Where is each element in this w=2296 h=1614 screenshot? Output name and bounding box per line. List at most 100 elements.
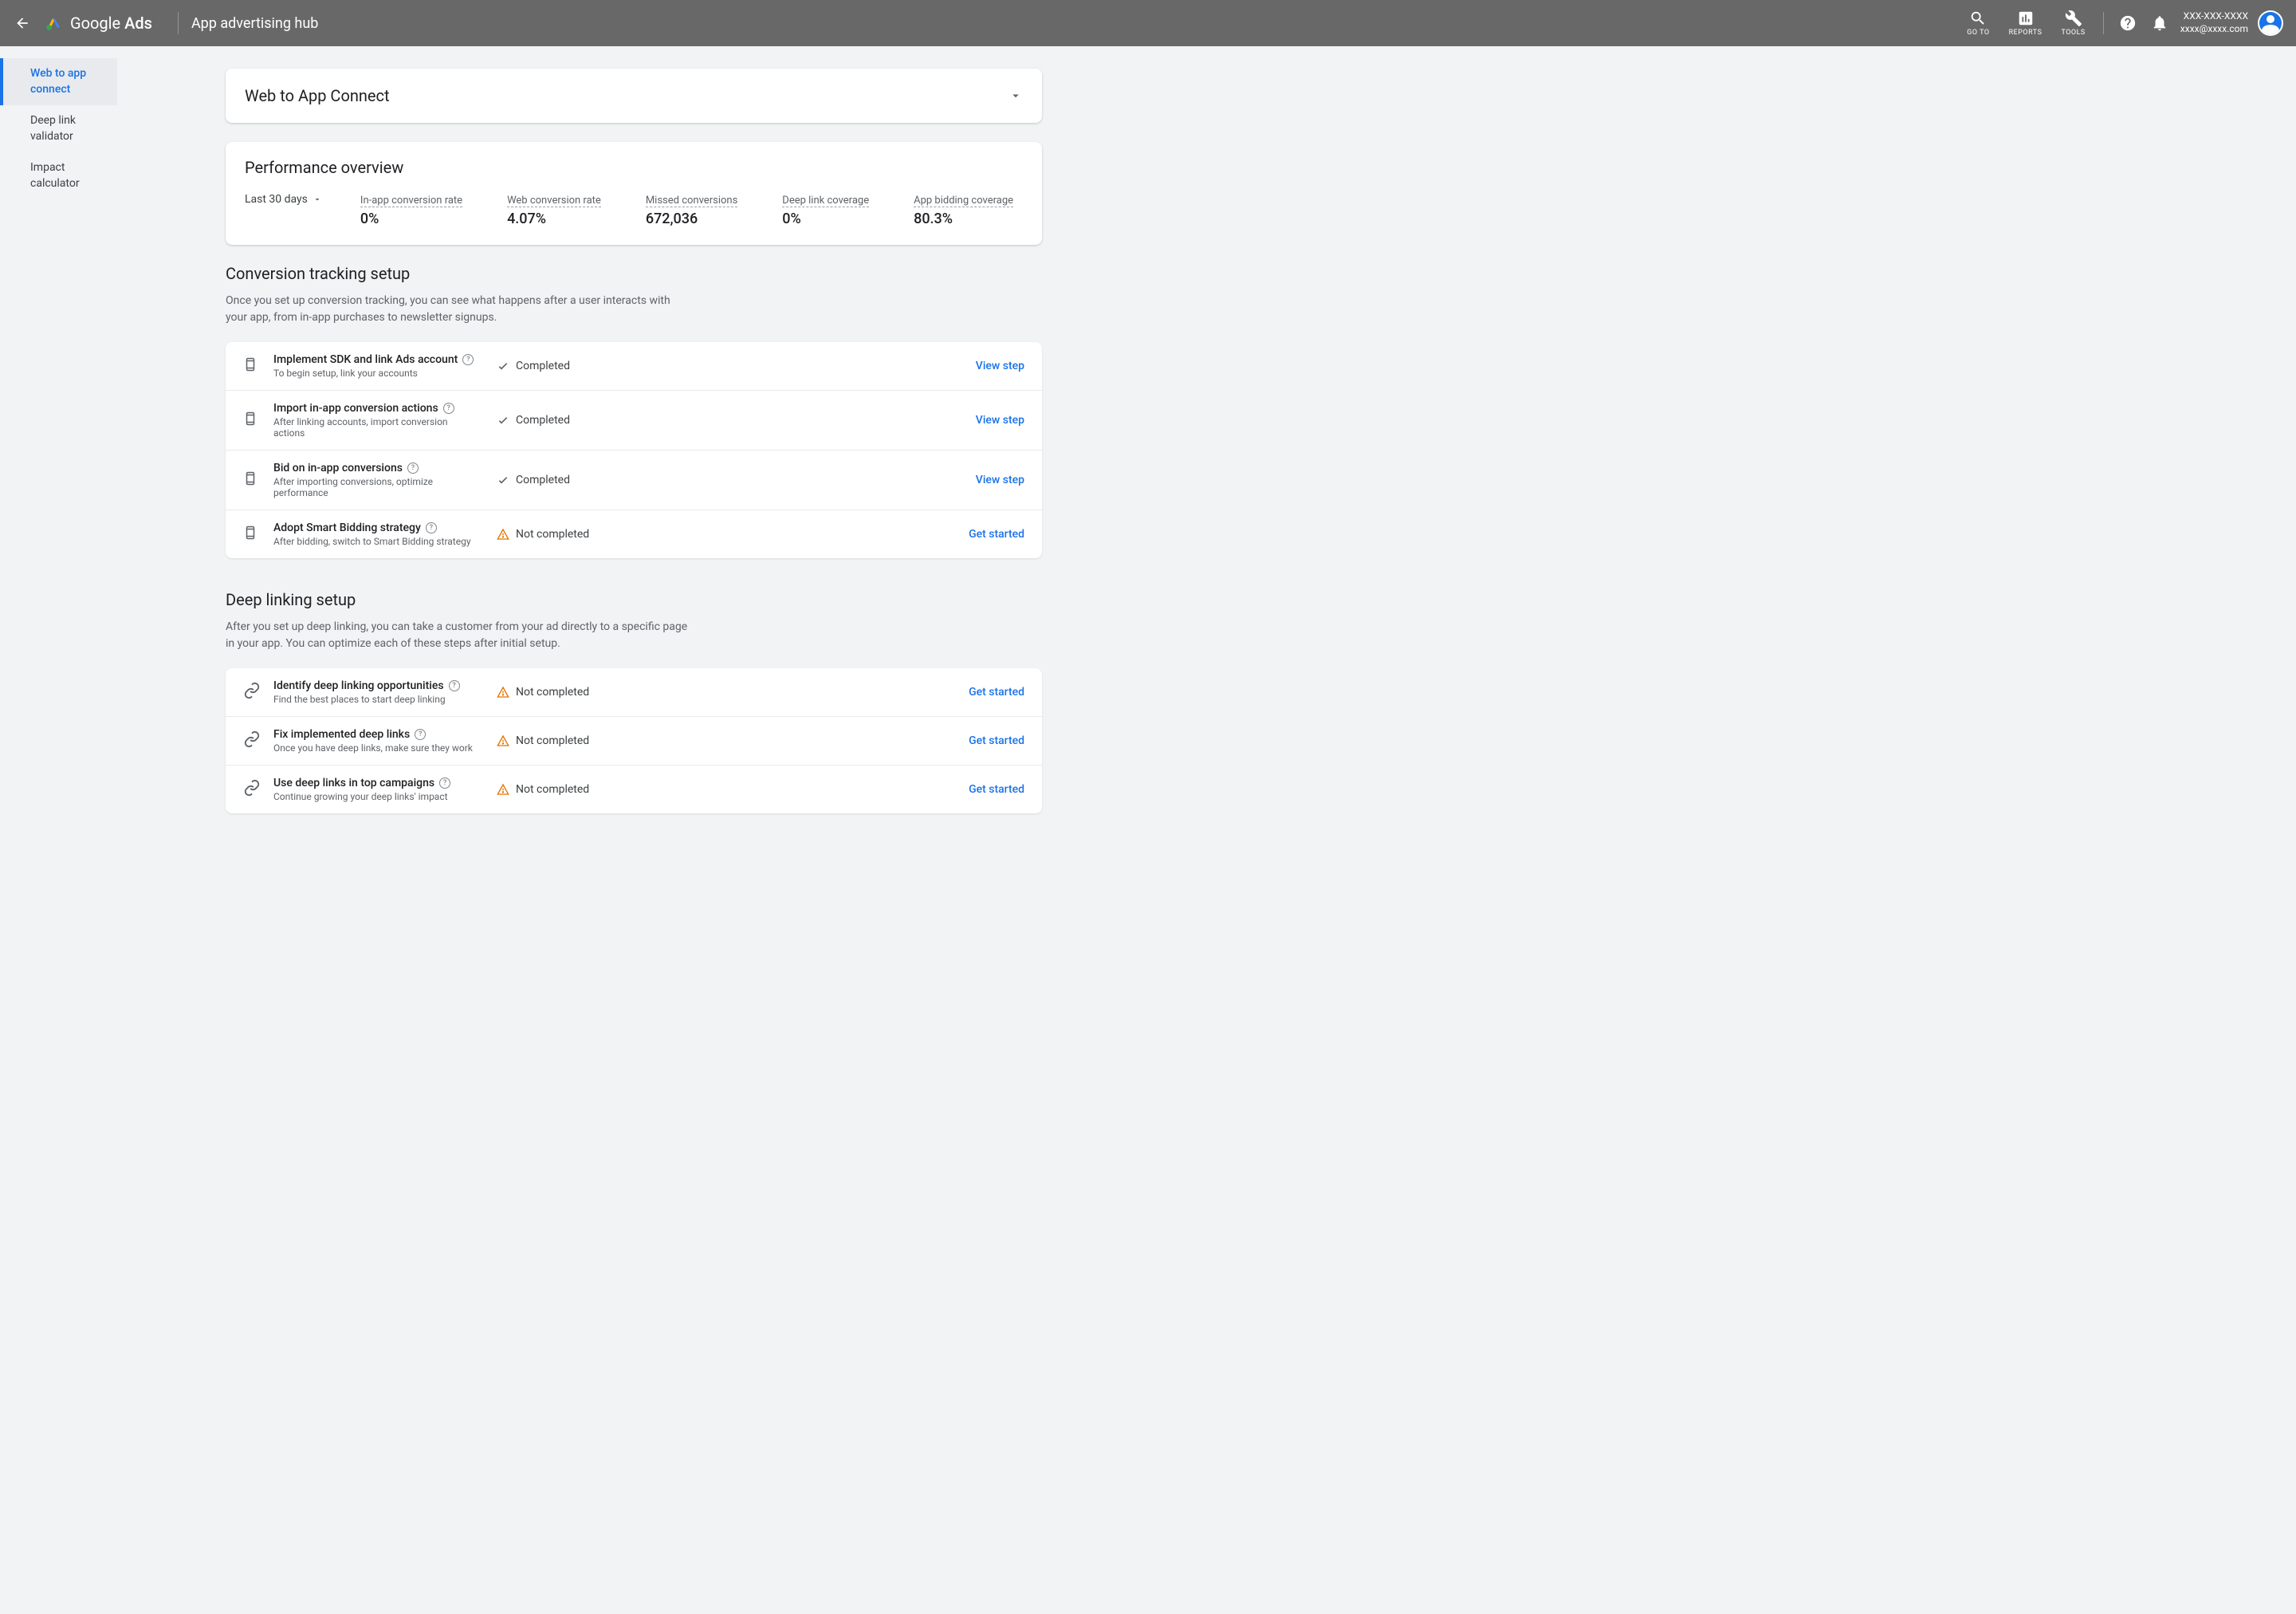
header-divider-2 — [2103, 12, 2104, 34]
link-icon — [243, 779, 262, 800]
google-ads-logo-icon — [45, 14, 64, 33]
account-section[interactable]: XXX-XXX-XXXX xxxx@xxxx.com — [2180, 10, 2283, 36]
goto-tool[interactable]: GO TO — [1967, 10, 1989, 37]
dropdown-icon — [313, 195, 322, 204]
help-icon[interactable]: ? — [426, 522, 437, 533]
metric-value: 0% — [360, 211, 462, 227]
step-text: Import in-app conversion actions? After … — [273, 402, 481, 439]
metric: App bidding coverage80.3% — [914, 191, 1013, 227]
step-title: Use deep links in top campaigns? — [273, 777, 481, 789]
metric: In-app conversion rate 0% — [360, 191, 462, 227]
step-action-link[interactable]: Get started — [969, 686, 1024, 699]
web-to-app-connect-card[interactable]: Web to App Connect — [226, 69, 1042, 123]
step-title: Import in-app conversion actions? — [273, 402, 481, 415]
back-button[interactable] — [13, 14, 32, 33]
step-action-link[interactable]: Get started — [969, 783, 1024, 796]
help-icon[interactable]: ? — [449, 680, 460, 691]
link-icon — [243, 682, 262, 703]
metric: Deep link coverage 0% — [782, 191, 869, 227]
metric: Web conversion rate 4.07% — [507, 191, 601, 227]
avatar-icon — [2259, 12, 2282, 34]
metric-value: 4.07% — [507, 211, 601, 227]
step-row: Implement SDK and link Ads account? To b… — [226, 342, 1042, 390]
step-action-link[interactable]: Get started — [969, 528, 1024, 541]
help-icon[interactable]: ? — [407, 463, 419, 474]
help-icon — [2119, 14, 2137, 32]
deeplink-section-desc: After you set up deep linking, you can t… — [226, 619, 688, 652]
main-content: Web to App Connect Performance overview … — [117, 46, 1074, 877]
wrench-icon — [2065, 10, 2082, 27]
step-row: Fix implemented deep links? Once you hav… — [226, 716, 1042, 765]
step-title: Implement SDK and link Ads account? — [273, 353, 481, 366]
metric-label: Web conversion rate — [507, 195, 601, 207]
step-subtitle: After linking accounts, import conversio… — [273, 416, 481, 439]
account-id: XXX-XXX-XXXX — [2180, 10, 2248, 23]
step-action-link[interactable]: View step — [976, 360, 1024, 372]
device-icon — [243, 410, 262, 431]
step-status: Completed — [481, 414, 976, 427]
logo-text: Google Ads — [70, 14, 152, 33]
period-selector[interactable]: Last 30 days — [245, 191, 322, 206]
tools-tool[interactable]: TOOLS — [2061, 10, 2085, 37]
deeplink-section-title: Deep linking setup — [226, 590, 1042, 609]
reports-icon — [2017, 10, 2035, 27]
sidebar: Web to app connect Deep link validator I… — [0, 46, 117, 877]
step-text: Implement SDK and link Ads account? To b… — [273, 353, 481, 379]
help-icon[interactable]: ? — [443, 403, 454, 414]
metric-value: 672,036 — [646, 211, 737, 227]
expand-card-title: Web to App Connect — [245, 86, 390, 105]
step-row: Bid on in-app conversions? After importi… — [226, 450, 1042, 510]
step-subtitle: Find the best places to start deep linki… — [273, 694, 481, 705]
header-divider — [178, 12, 179, 34]
step-title: Bid on in-app conversions? — [273, 462, 481, 474]
sidebar-item-web-to-app[interactable]: Web to app connect — [0, 58, 117, 105]
step-subtitle: Once you have deep links, make sure they… — [273, 742, 481, 754]
step-status: Not completed — [481, 783, 969, 796]
step-action-link[interactable]: View step — [976, 474, 1024, 486]
step-row: Import in-app conversion actions? After … — [226, 390, 1042, 450]
arrow-left-icon — [14, 15, 30, 31]
sidebar-item-deep-link-validator[interactable]: Deep link validator — [0, 105, 117, 152]
metric-value: 0% — [782, 211, 869, 227]
step-row: Adopt Smart Bidding strategy? After bidd… — [226, 510, 1042, 558]
step-action-link[interactable]: View step — [976, 414, 1024, 427]
reports-tool[interactable]: REPORTS — [2009, 10, 2042, 37]
device-icon — [243, 524, 262, 545]
help-button[interactable] — [2118, 14, 2137, 33]
step-status: Not completed — [481, 686, 969, 699]
step-text: Adopt Smart Bidding strategy? After bidd… — [273, 522, 481, 547]
help-icon[interactable]: ? — [439, 777, 450, 789]
metric-value: 80.3% — [914, 211, 1013, 227]
performance-title: Performance overview — [245, 158, 1023, 177]
conversion-section-desc: Once you set up conversion tracking, you… — [226, 293, 688, 326]
avatar[interactable] — [2258, 10, 2283, 36]
step-row: Use deep links in top campaigns? Continu… — [226, 765, 1042, 813]
step-row: Identify deep linking opportunities? Fin… — [226, 668, 1042, 716]
step-subtitle: To begin setup, link your accounts — [273, 368, 481, 379]
page-title: App advertising hub — [191, 15, 318, 32]
step-title: Adopt Smart Bidding strategy? — [273, 522, 481, 534]
conversion-section-title: Conversion tracking setup — [226, 264, 1042, 283]
metric-label: In-app conversion rate — [360, 195, 462, 207]
step-text: Fix implemented deep links? Once you hav… — [273, 728, 481, 754]
sidebar-item-impact-calculator[interactable]: Impact calculator — [0, 152, 117, 199]
search-icon — [1969, 10, 1987, 27]
step-action-link[interactable]: Get started — [969, 734, 1024, 747]
conversion-steps-card: Implement SDK and link Ads account? To b… — [226, 342, 1042, 558]
step-subtitle: After importing conversions, optimize pe… — [273, 476, 481, 498]
step-status: Not completed — [481, 734, 969, 747]
notifications-button[interactable] — [2150, 14, 2169, 33]
link-icon — [243, 730, 262, 751]
bell-icon — [2151, 14, 2168, 32]
step-subtitle: Continue growing your deep links' impact — [273, 791, 481, 802]
help-icon[interactable]: ? — [415, 729, 426, 740]
step-status: Not completed — [481, 528, 969, 541]
step-text: Identify deep linking opportunities? Fin… — [273, 679, 481, 705]
account-text: XXX-XXX-XXXX xxxx@xxxx.com — [2180, 10, 2248, 35]
step-title: Fix implemented deep links? — [273, 728, 481, 741]
logo[interactable]: Google Ads — [45, 14, 152, 33]
metric-label: Missed conversions — [646, 195, 737, 207]
metric-label: Deep link coverage — [782, 195, 869, 207]
help-icon[interactable]: ? — [462, 354, 474, 365]
device-icon — [243, 356, 262, 376]
